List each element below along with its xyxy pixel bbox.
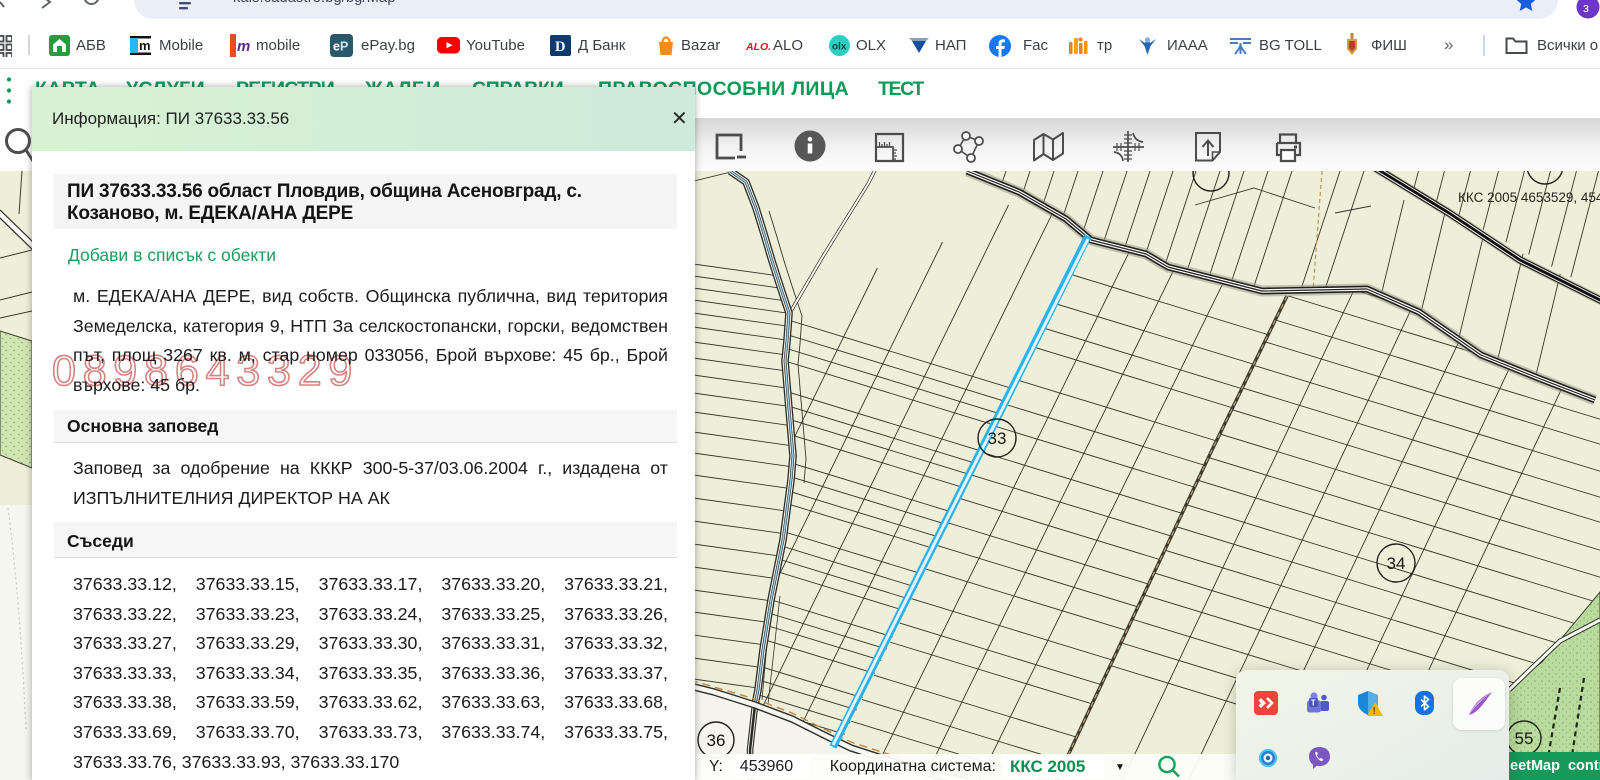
svg-text:33: 33 — [988, 429, 1007, 448]
svg-text:ALO.: ALO. — [746, 41, 771, 52]
svg-text:ККС 2005 4653529, 454: ККС 2005 4653529, 454 — [1458, 190, 1600, 205]
svg-text:з: з — [1583, 0, 1589, 15]
svg-text:m: m — [237, 38, 250, 55]
svg-text:!: ! — [1373, 706, 1376, 716]
svg-text:D: D — [555, 39, 565, 55]
svg-text:T: T — [1311, 699, 1316, 708]
svg-text:m: m — [139, 38, 151, 53]
svg-text:55: 55 — [1515, 729, 1534, 748]
svg-text:e: e — [333, 40, 340, 54]
svg-text:36: 36 — [707, 731, 726, 750]
svg-text:olx: olx — [832, 42, 847, 53]
svg-text:34: 34 — [1387, 554, 1406, 573]
svg-text:P: P — [340, 40, 348, 54]
